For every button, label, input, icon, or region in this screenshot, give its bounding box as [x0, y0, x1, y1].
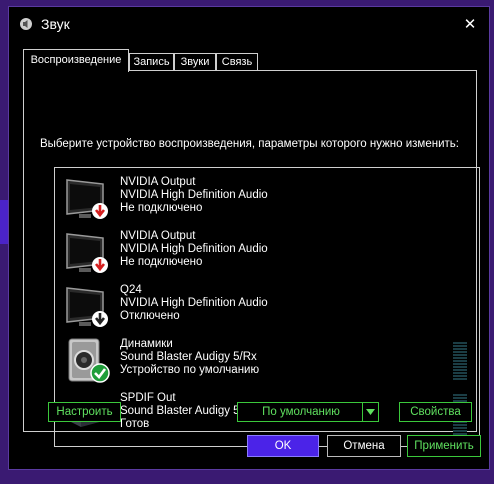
device-name: Динамики: [120, 338, 173, 350]
tab-sounds[interactable]: Звуки: [174, 53, 216, 71]
configure-button[interactable]: Настроить: [48, 402, 121, 422]
device-status: Отключено: [120, 310, 180, 323]
ok-button[interactable]: OK: [247, 435, 319, 457]
device-status: Не подключено: [120, 256, 203, 269]
speaker-app-icon: [20, 18, 32, 30]
chevron-down-icon: [366, 409, 375, 415]
device-driver: NVIDIA High Definition Audio: [120, 189, 268, 202]
instruction-text: Выберите устройство воспроизведения, пар…: [40, 138, 459, 150]
device-item[interactable]: NVIDIA Output NVIDIA High Definition Aud…: [55, 172, 479, 224]
device-item[interactable]: Q24 NVIDIA High Definition Audio Отключе…: [55, 280, 479, 332]
device-driver: NVIDIA High Definition Audio: [120, 297, 268, 310]
sound-dialog: Звук ✕ Воспроизведение Запись Звуки Связ…: [8, 6, 490, 470]
monitor-icon: [66, 233, 108, 273]
window-title: Звук: [41, 16, 70, 32]
apply-button[interactable]: Применить: [407, 435, 481, 457]
tab-panel: Выберите устройство воспроизведения, пар…: [23, 70, 480, 447]
title-bar[interactable]: Звук ✕: [9, 7, 489, 41]
properties-button[interactable]: Свойства: [399, 402, 472, 422]
cancel-button[interactable]: Отмена: [327, 435, 401, 457]
device-status: Устройство по умолчанию: [120, 364, 260, 377]
background-strip: [0, 200, 8, 244]
device-item[interactable]: Динамики Sound Blaster Audigy 5/Rx Устро…: [55, 334, 479, 386]
set-default-label: По умолчанию: [262, 406, 340, 418]
tab-recording[interactable]: Запись: [129, 53, 174, 71]
set-default-button[interactable]: По умолчанию: [237, 402, 379, 422]
device-name: Q24: [120, 284, 142, 296]
monitor-icon: [66, 287, 108, 327]
device-name: NVIDIA Output: [120, 230, 196, 242]
device-name: NVIDIA Output: [120, 176, 196, 188]
set-default-dropdown[interactable]: [362, 403, 378, 421]
speaker-icon: [68, 338, 110, 383]
close-button[interactable]: ✕: [457, 13, 483, 37]
device-driver: Sound Blaster Audigy 5/Rx: [120, 351, 257, 364]
device-status: Не подключено: [120, 202, 203, 215]
volume-level-meter: [453, 342, 467, 381]
device-driver: NVIDIA High Definition Audio: [120, 243, 268, 256]
tab-playback[interactable]: Воспроизведение: [23, 49, 129, 72]
device-item[interactable]: NVIDIA Output NVIDIA High Definition Aud…: [55, 226, 479, 278]
monitor-icon: [66, 179, 108, 219]
tab-communications[interactable]: Связь: [216, 53, 258, 71]
close-icon: ✕: [463, 16, 477, 33]
